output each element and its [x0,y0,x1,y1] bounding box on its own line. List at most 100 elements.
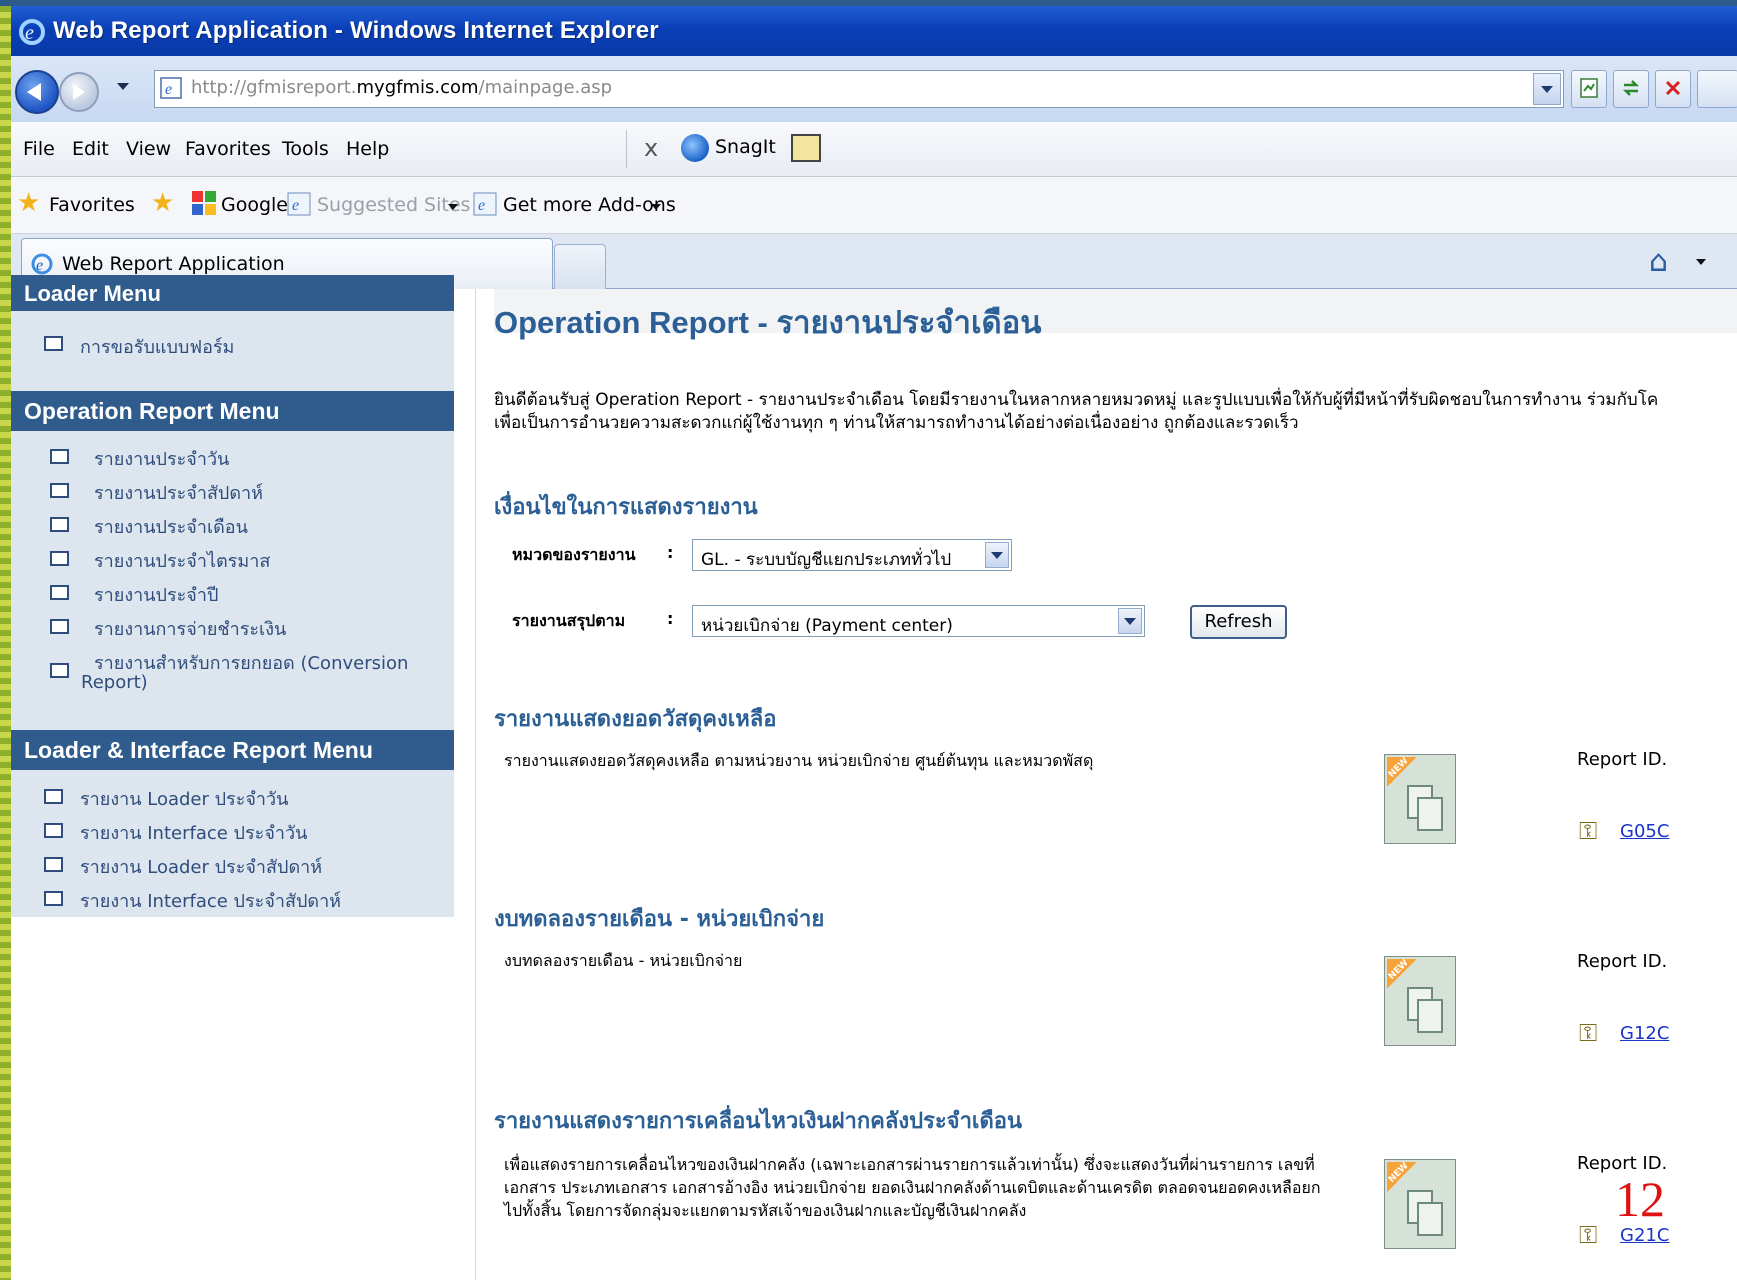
url-dropdown-icon[interactable] [1533,73,1561,105]
sidebar-item-payment[interactable]: รายงานการจ่ายชำระเงิน [94,614,286,643]
doc-page-icon [1417,999,1443,1033]
sidebar-item-weekly[interactable]: รายงานประจำสัปดาห์ [94,478,263,507]
favorites-button[interactable]: Favorites [49,194,135,216]
sidebar-item-yearly[interactable]: รายงานประจำปี [94,580,218,609]
title-bar: e Web Report Application - Windows Inter… [11,6,1737,56]
bullet-box-icon [50,585,69,600]
report-id-link[interactable]: G12C [1620,1023,1669,1044]
bullet-box-icon [50,663,69,678]
slide-left-stripe [0,0,11,1280]
search-box-edge[interactable] [1697,70,1737,108]
page-content: Loader Menu การขอรับแบบฟอร์ม Operation R… [11,275,1737,1280]
page-title-band: Operation Report - รายงานประจำเดือน [494,289,1737,340]
url-field[interactable]: e http://gfmisreport.mygfmis.com/mainpag… [154,70,1564,108]
window-title: Web Report Application - Windows Interne… [53,17,659,44]
report-id-link[interactable]: G05C [1620,821,1669,842]
bullet-box-icon [50,619,69,634]
url-suffix: /mainpage.asp [478,77,613,98]
suggested-sites-icon: e [287,192,311,216]
bullet-box-icon [44,857,63,872]
google-link[interactable]: Google [221,194,288,216]
svg-text:e: e [292,197,299,214]
sidebar-item-loader-weekly[interactable]: รายงาน Loader ประจำสัปดาห์ [80,852,322,881]
category-label: หมวดของรายงาน [512,545,636,564]
menu-tools[interactable]: Tools [282,138,329,160]
report-description: เพื่อแสดงรายการเคลื่อนไหวของเงินฝากคลัง … [504,1155,1321,1220]
bullet-box-icon [44,789,63,804]
sidebar-item-form-request[interactable]: การขอรับแบบฟอร์ม [80,332,234,361]
intro-line-1: ยินดีต้อนรับสู่ Operation Report - รายงา… [494,390,1659,410]
ie-logo-icon: e [19,19,45,45]
snagit-label[interactable]: SnagIt [715,136,776,158]
menu-view[interactable]: View [126,138,171,160]
interface-menu-heading: Loader & Interface Report Menu [11,730,454,770]
bullet-box-icon [50,551,69,566]
conditions-heading: เงื่อนไขในการแสดงรายงาน [494,495,758,520]
doc-page-icon [1417,797,1443,831]
report-document-icon[interactable]: NEW [1384,956,1456,1046]
summary-select[interactable]: หน่วยเบิกจ่าย (Payment center) [692,605,1145,637]
addons-icon: e [473,192,497,216]
loader-menu-heading: Loader Menu [11,275,454,311]
back-button[interactable] [15,70,59,114]
report-document-icon[interactable]: NEW [1384,754,1456,844]
url-prefix: http://gfmisreport. [191,77,357,98]
report-id-link[interactable]: G21C [1620,1225,1669,1246]
chevron-down-icon[interactable] [985,542,1009,568]
addons-dropdown-icon[interactable] [651,204,661,210]
intro-line-2: เพื่อเป็นการอำนวยความสะดวกแก่ผู้ใช้งานทุ… [494,413,1299,433]
sidebar-item-monthly[interactable]: รายงานประจำเดือน [94,512,248,541]
snagit-capture-icon[interactable] [791,134,821,162]
close-toolbar-icon[interactable]: x [644,134,658,162]
report-document-icon[interactable]: NEW [1384,1159,1456,1249]
key-icon: ⚿ [1579,1019,1598,1047]
page-title: Operation Report - รายงานประจำเดือน [494,305,1042,340]
key-icon: ⚿ [1579,1221,1598,1249]
svg-text:e: e [478,197,485,214]
summary-colon: : [667,609,674,628]
category-select[interactable]: GL. - ระบบบัญชีแยกประเภททั่วไป [692,539,1012,571]
recent-pages-dropdown-icon[interactable] [117,83,129,90]
sidebar: Loader Menu การขอรับแบบฟอร์ม Operation R… [11,275,454,917]
forward-button[interactable] [59,72,99,112]
suggested-sites-dropdown-icon[interactable] [448,204,458,210]
category-colon: : [667,543,674,562]
sidebar-item-loader-daily[interactable]: รายงาน Loader ประจำวัน [80,784,288,813]
get-addons-link[interactable]: Get more Add-ons [503,194,676,216]
stop-icon[interactable] [1655,70,1691,108]
browser-window: e Web Report Application - Windows Inter… [11,6,1737,1280]
favorites-star-icon[interactable]: ★ [17,190,43,216]
new-tab-button[interactable] [554,244,606,289]
refresh-button[interactable]: Refresh [1190,605,1287,639]
add-favorite-icon[interactable]: ★ [151,190,177,216]
menu-help[interactable]: Help [346,138,389,160]
home-dropdown-icon[interactable] [1696,259,1706,265]
summary-label: รายงานสรุปตาม [512,611,626,630]
snagit-icon[interactable] [681,134,709,162]
summary-select-value: หน่วยเบิกจ่าย (Payment center) [701,616,953,636]
home-icon[interactable]: ⌂ [1649,244,1668,279]
bullet-box-icon [44,823,63,838]
sidebar-item-quarterly[interactable]: รายงานประจำไตรมาส [94,546,270,575]
compatibility-view-icon[interactable] [1571,70,1607,108]
sidebar-item-conversion-cont[interactable]: Report) [81,672,148,693]
menu-edit[interactable]: Edit [72,138,109,160]
intro-text: ยินดีต้อนรับสู่ Operation Report - รายงา… [494,389,1737,435]
favorites-bar: ★ Favorites ★ Google e Suggested Sites e… [11,177,1737,234]
report-id-label: Report ID. [1577,749,1668,770]
sidebar-item-interface-weekly[interactable]: รายงาน Interface ประจำสัปดาห์ [80,886,341,915]
chevron-down-icon[interactable] [1118,608,1142,634]
sidebar-item-daily[interactable]: รายงานประจำวัน [94,444,229,473]
bullet-box-icon [50,517,69,532]
sidebar-item-interface-daily[interactable]: รายงาน Interface ประจำวัน [80,818,307,847]
operation-menu-heading: Operation Report Menu [11,391,454,431]
menu-file[interactable]: File [23,138,55,160]
refresh-page-icon[interactable] [1613,70,1649,108]
slide-number: 12 [1615,1171,1665,1227]
report-description: งบทดลองรายเดือน - หน่วยเบิกจ่าย [504,951,743,970]
url-domain: mygfmis.com [356,77,479,98]
bullet-box-icon [50,483,69,498]
address-bar: e http://gfmisreport.mygfmis.com/mainpag… [11,56,1737,123]
report-heading: รายงานแสดงรายการเคลื่อนไหวเงินฝากคลังประ… [494,1109,1022,1134]
menu-favorites[interactable]: Favorites [185,138,271,160]
